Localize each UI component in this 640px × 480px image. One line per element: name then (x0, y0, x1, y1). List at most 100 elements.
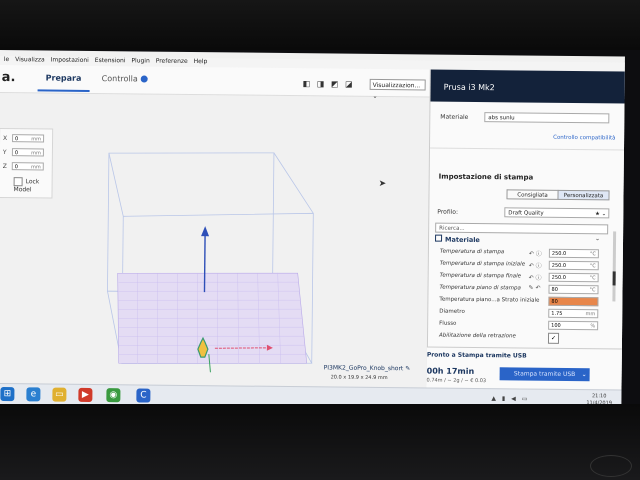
setting-label: Abilitazione della retrazione (439, 332, 516, 340)
menu-item-impostazioni[interactable]: Impostazioni (51, 57, 89, 64)
setting-label: Diametro (439, 308, 465, 315)
setting-value-field[interactable]: 250.0 °C (548, 248, 599, 259)
y-position-field[interactable]: 0 mm (11, 148, 44, 157)
material-section-icon (435, 234, 443, 242)
printer-header[interactable]: Prusa i3 Mk2 (430, 69, 625, 104)
cura-icon[interactable]: C (136, 388, 151, 403)
collapse-chevron-icon[interactable]: ⌄ (595, 235, 600, 242)
setting-unit: °C (589, 275, 596, 282)
print-usb-button[interactable]: Stampa tramite USB ⌄ (499, 367, 590, 382)
setting-value: 250.0 (551, 250, 567, 257)
mouse-pointer-icon: ➤ (378, 178, 387, 190)
app-logo: a. (1, 70, 16, 86)
chevron-down-icon[interactable]: ⌄ (582, 368, 587, 381)
monitor-bezel-bottom (0, 404, 640, 480)
material-label: Materiale (440, 113, 469, 121)
scrollbar-thumb[interactable] (612, 271, 616, 286)
settings-scrollbar[interactable] (612, 231, 617, 302)
edit-reset-icons[interactable]: ✎ ↶ (528, 285, 540, 292)
profile-label: Profilo: (437, 208, 459, 216)
menu-item-plugin[interactable]: Plugin (131, 57, 149, 64)
compatibility-link[interactable]: Controllo compatibilità (553, 135, 615, 142)
lock-model-checkbox[interactable] (13, 177, 23, 187)
media-player-icon[interactable]: ▶ (78, 387, 93, 402)
print-settings-panel: Prusa i3 Mk2 Materiale abs sunlu Control… (426, 69, 625, 390)
tab-prepare[interactable]: Prepara (46, 73, 82, 82)
check-icon (140, 75, 148, 83)
tab-monitor-label: Controlla (101, 74, 138, 84)
recommended-mode-button[interactable]: Consigliata (506, 189, 559, 200)
custom-mode-button[interactable]: Personalizzata (557, 189, 610, 201)
z-position-field[interactable]: 0 mm (11, 162, 44, 171)
setting-value-field[interactable]: 1.75 mm (548, 308, 599, 319)
setting-label: Temperatura di stampa (439, 248, 505, 256)
setting-value-field[interactable]: 100% (548, 320, 599, 331)
file-explorer-icon[interactable]: ▭ (52, 387, 67, 402)
setting-label: Temperatura piano di stampa (439, 284, 521, 292)
system-tray-icons[interactable]: ▲ ▮ ◀ ▭ (491, 395, 529, 402)
setting-value: 100 (551, 322, 561, 329)
print-ready-title: Pronto a Stampa tramite USB (427, 351, 527, 359)
position-panel: X 0 mm Y 0 mm Z 0 mm Lock Model (0, 127, 54, 199)
divider (429, 147, 625, 151)
settings-search-input[interactable]: Ricerca... (435, 222, 609, 235)
build-volume-viewport[interactable] (97, 141, 329, 374)
x-unit: mm (31, 136, 42, 143)
view-type-dropdown-label: Visualizzazion... (372, 81, 421, 90)
chevron-down-icon: ⌄ (372, 92, 378, 100)
profile-select[interactable]: Draft Quality ★ ⌄ (504, 207, 610, 219)
setting-value: 80 (551, 298, 558, 305)
object-name-label: PI3MK2_GoPro_Knob_short (323, 364, 404, 373)
setting-unit: % (590, 323, 596, 330)
menu-item-help[interactable]: Help (194, 58, 208, 65)
print-bar-inner: Pronto a Stampa tramite USB 00h 17min 0.… (426, 347, 621, 391)
object-dimensions: 20.0 x 19.9 x 24.9 mm (330, 374, 388, 382)
screen: le Visualizza Impostazioni Estensioni Pl… (0, 50, 625, 412)
menu-item-prefix[interactable]: le (4, 56, 9, 63)
profile-value: Draft Quality (508, 210, 544, 217)
setting-label: Temperatura piano...a Strato iniziale (439, 296, 540, 304)
print-settings-title: Impostazione di stampa (438, 172, 534, 182)
x-axis-label: X (3, 135, 8, 143)
setting-value-field[interactable]: 250.0 °C (548, 260, 599, 271)
reset-info-icons[interactable]: ↶ ⓘ (529, 261, 542, 270)
setting-value: 250.0 (551, 274, 567, 281)
material-select[interactable]: abs sunlu (484, 112, 610, 124)
stage-header: a. Prepara Controlla ◧ ◨ ◩ ◪ Visualizzaz… (0, 64, 430, 100)
menu-item-visualizza[interactable]: Visualizza (15, 56, 45, 63)
reset-info-icons[interactable]: ↶ ⓘ (529, 273, 542, 282)
setting-label: Temperatura di stampa iniziale (439, 260, 526, 268)
z-axis-label: Z (2, 163, 7, 171)
tab-monitor[interactable]: Controlla (102, 74, 148, 83)
setting-value: 80 (551, 286, 558, 293)
star-icon[interactable]: ★ ⌄ (595, 209, 606, 219)
reset-info-icons[interactable]: ↶ ⓘ (529, 249, 542, 258)
internet-explorer-icon[interactable]: e (26, 387, 41, 402)
y-axis-arrow (203, 234, 206, 293)
material-section-label: Materiale (444, 235, 480, 245)
material-section-header[interactable]: Materiale (435, 234, 480, 245)
printer-name: Prusa i3 Mk2 (443, 82, 495, 93)
chrome-icon[interactable]: ◉ (106, 388, 121, 403)
x-position-field[interactable]: 0 mm (12, 134, 45, 143)
retraction-checkbox[interactable]: ✓ (547, 332, 560, 344)
print-time: 00h 17min (426, 366, 475, 376)
edit-icon[interactable]: ✎ (405, 365, 410, 372)
menu-item-preferenze[interactable]: Preferenze (156, 58, 188, 65)
print-stats: 0.74m / ~ 2g / ~ € 0.03 (426, 377, 487, 385)
setting-value-field-warning[interactable]: 80 (548, 296, 599, 307)
setting-unit: °C (589, 287, 596, 294)
object-name[interactable]: PI3MK2_GoPro_Knob_short ✎ (324, 364, 411, 372)
menu-item-estensioni[interactable]: Estensioni (95, 57, 126, 64)
start-icon[interactable]: ⊞ (0, 387, 15, 402)
setting-value-field[interactable]: 250.0 °C (548, 272, 599, 283)
view-type-dropdown[interactable]: Visualizzazion... ⌄ (369, 78, 426, 100)
view-orientation-icons[interactable]: ◧ ◨ ◩ ◪ (303, 79, 355, 89)
lock-model-toggle[interactable]: Lock Model (14, 177, 52, 193)
setting-unit: °C (589, 263, 596, 270)
print-ready-label: Pronto a Stampa tramite USB (426, 351, 527, 360)
monitor-stand (590, 455, 632, 477)
setting-value-field[interactable]: 80 °C (548, 284, 599, 295)
setting-value: 250.0 (551, 262, 567, 269)
setting-unit: °C (589, 251, 596, 258)
